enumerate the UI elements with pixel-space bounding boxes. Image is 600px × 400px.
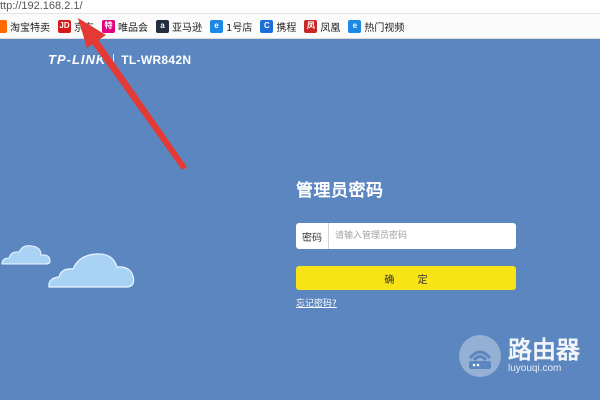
router-brand-header: TP-LINK TL-WR842N <box>48 52 191 67</box>
router-logo-icon <box>459 335 501 377</box>
brand-divider <box>113 53 115 66</box>
jd-icon: JD <box>58 19 71 33</box>
bookmark-item[interactable]: e 1号店 <box>210 19 252 34</box>
bookmark-item[interactable]: 特唯品会 <box>102 19 148 34</box>
watermark-domain: luyouqi.com <box>508 363 562 374</box>
bookmark-label: 京东 <box>74 22 94 34</box>
router-model: TL-WR842N <box>121 52 192 67</box>
bookmark-item[interactable]: JD 京东 <box>58 19 94 34</box>
password-input[interactable] <box>329 223 516 249</box>
bookmark-label: 淘宝特卖 <box>10 22 50 34</box>
ie-icon: e <box>348 19 362 33</box>
bookmark-label: 唯品会 <box>118 22 148 34</box>
bookmark-label: 1号店 <box>226 22 253 34</box>
bookmark-label: 热门视频 <box>364 22 405 34</box>
cloud-small-icon <box>1 245 51 265</box>
bookmark-item[interactable]: 淘宝特卖 <box>0 19 50 34</box>
bookmark-label: 携程 <box>276 22 297 34</box>
vip-icon: 特 <box>102 19 115 33</box>
ctrip-icon: C <box>260 19 274 33</box>
bookmark-item[interactable]: C 携程 <box>260 19 296 34</box>
taobao-icon <box>0 19 7 33</box>
login-title: 管理员密码 <box>296 181 384 201</box>
watermark: 路由器 luyouqi.com <box>458 334 580 378</box>
bookmark-label: 凤凰 <box>320 22 341 34</box>
cloud-large-icon <box>48 253 135 288</box>
watermark-name: 路由器 <box>508 336 580 364</box>
tp-link-logo: TP-LINK <box>48 52 107 67</box>
amazon-icon: a <box>156 19 169 33</box>
forgot-password-link[interactable]: 忘记密码? <box>296 296 337 309</box>
password-label: 密码 <box>296 223 329 249</box>
bookmark-item[interactable]: 凤凤凰 <box>304 19 340 34</box>
url-text: ttp://192.168.2.1/ <box>0 0 83 12</box>
address-bar[interactable]: ttp://192.168.2.1/ <box>0 0 600 14</box>
bookmark-item[interactable]: e 热门视频 <box>348 19 404 34</box>
password-field[interactable]: 密码 <box>296 223 516 249</box>
bookmark-item[interactable]: a 亚马逊 <box>156 19 202 34</box>
ie-icon: e <box>210 19 223 33</box>
bookmark-label: 亚马逊 <box>172 22 202 34</box>
ifeng-icon: 凤 <box>304 19 318 33</box>
confirm-button[interactable]: 确 定 <box>296 266 516 290</box>
bookmarks-bar: 淘宝特卖 JD 京东特唯品会 a 亚马逊 e 1号店 C 携程凤凤凰 e 热门视频 <box>0 14 600 39</box>
